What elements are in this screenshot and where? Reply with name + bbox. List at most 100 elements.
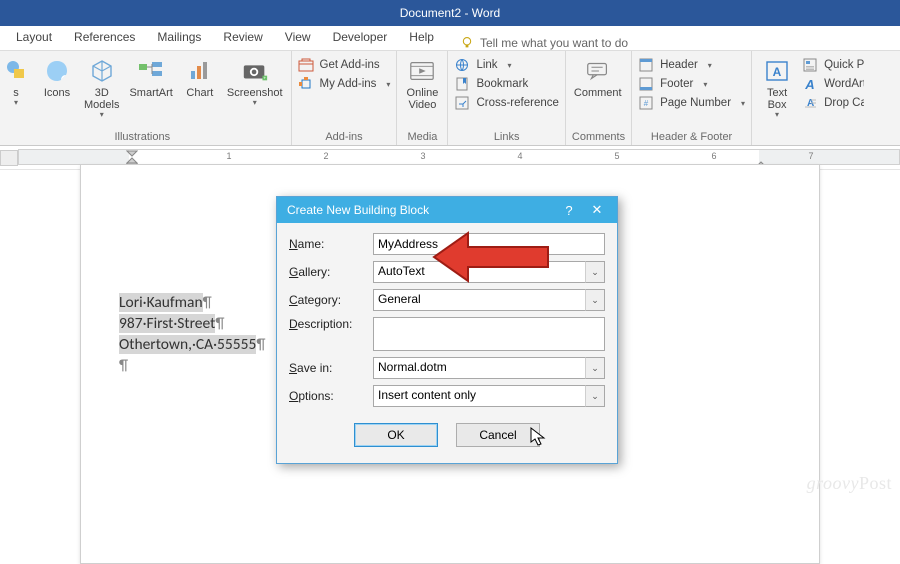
svg-text:+: + — [263, 76, 266, 81]
footer-button[interactable]: Footer ▾ — [638, 76, 745, 92]
shapes-button[interactable]: s ▾ — [0, 55, 32, 108]
cube-icon — [88, 57, 116, 85]
icons-button[interactable]: Icons — [38, 55, 76, 99]
savein-label: Save in: — [289, 361, 365, 375]
header-button[interactable]: Header ▾ — [638, 57, 745, 73]
chevron-down-icon: ▾ — [508, 61, 512, 70]
name-label: Name: — [289, 237, 365, 251]
comment-icon — [584, 57, 612, 85]
cross-reference-icon — [454, 95, 470, 111]
group-label-illustrations: Illustrations — [0, 130, 285, 144]
comment-button[interactable]: Comment — [572, 55, 624, 99]
chevron-down-icon[interactable]: ⌄ — [585, 385, 605, 407]
chevron-down-icon: ▾ — [775, 111, 779, 120]
quick-parts-icon — [802, 57, 818, 73]
footer-icon — [638, 76, 654, 92]
chevron-down-icon: ▾ — [703, 80, 707, 89]
group-label-hf: Header & Footer — [638, 130, 745, 144]
ribbon-tabs: Layout References Mailings Review View D… — [0, 26, 900, 50]
cancel-button[interactable]: Cancel — [456, 423, 540, 447]
tell-me-search[interactable]: Tell me what you want to do — [446, 36, 628, 50]
video-icon — [408, 57, 436, 85]
tab-layout[interactable]: Layout — [6, 26, 62, 50]
category-combo[interactable]: General ⌄ — [373, 289, 605, 311]
group-header-footer: Header ▾ Footer ▾ # Page Number ▾ — [632, 51, 752, 145]
bookmark-button[interactable]: Bookmark — [454, 76, 558, 92]
text-box-button[interactable]: A Text Box ▾ — [758, 55, 796, 120]
gallery-label: Gallery: — [289, 265, 365, 279]
group-label-addins: Add-ins — [298, 130, 391, 144]
tab-developer[interactable]: Developer — [323, 26, 398, 50]
chevron-down-icon[interactable]: ⌄ — [585, 357, 605, 379]
tab-mailings[interactable]: Mailings — [147, 26, 211, 50]
screenshot-button[interactable]: + Screenshot ▾ — [225, 55, 285, 108]
get-addins-button[interactable]: Get Add-ins — [298, 57, 391, 73]
chevron-down-icon: ▾ — [100, 111, 104, 120]
group-addins: Get Add-ins My Add-ins ▾ Add-ins — [292, 51, 398, 145]
category-label: Category: — [289, 293, 365, 307]
chevron-down-icon[interactable]: ⌄ — [585, 261, 605, 283]
wordart-icon: A — [802, 76, 818, 92]
name-input[interactable] — [373, 233, 605, 255]
options-combo[interactable]: Insert content only ⌄ — [373, 385, 605, 407]
chevron-down-icon: ▾ — [14, 99, 18, 108]
link-button[interactable]: Link ▾ — [454, 57, 558, 73]
tab-references[interactable]: References — [64, 26, 145, 50]
chart-icon — [186, 57, 214, 85]
3d-models-button[interactable]: 3D Models ▾ — [82, 55, 121, 120]
description-input[interactable] — [373, 317, 605, 351]
drop-cap-button[interactable]: A Drop Ca — [802, 95, 864, 111]
app-title: Document2 - Word — [400, 6, 500, 20]
cross-reference-button[interactable]: Cross-reference — [454, 95, 558, 111]
group-label-media: Media — [403, 130, 441, 144]
watermark: groovyPost — [807, 473, 892, 494]
text-box-icon: A — [763, 57, 791, 85]
store-icon — [298, 57, 314, 73]
group-illustrations: s ▾ Icons 3D Models ▾ SmartArt — [0, 51, 292, 145]
link-icon — [454, 57, 470, 73]
indent-markers-icon[interactable] — [126, 147, 136, 157]
close-button[interactable]: ✕ — [583, 202, 611, 218]
chart-button[interactable]: Chart — [181, 55, 219, 99]
header-icon — [638, 57, 654, 73]
online-video-button[interactable]: Online Video — [403, 55, 441, 111]
group-media: Online Video Media — [397, 51, 448, 145]
group-comments: Comment Comments — [566, 51, 632, 145]
smartart-icon — [137, 57, 165, 85]
tab-help[interactable]: Help — [399, 26, 444, 50]
tell-me-placeholder: Tell me what you want to do — [480, 36, 628, 50]
tab-view[interactable]: View — [275, 26, 321, 50]
sticker-icon — [43, 57, 71, 85]
group-label-links: Links — [454, 130, 558, 144]
ribbon: s ▾ Icons 3D Models ▾ SmartArt — [0, 50, 900, 146]
create-building-block-dialog: Create New Building Block ? ✕ Name: Gall… — [276, 196, 618, 464]
chevron-down-icon: ▾ — [741, 99, 745, 108]
chevron-down-icon: ▾ — [708, 61, 712, 70]
camera-icon: + — [241, 57, 269, 85]
savein-combo[interactable]: Normal.dotm ⌄ — [373, 357, 605, 379]
svg-text:A: A — [804, 77, 814, 92]
help-button[interactable]: ? — [555, 203, 583, 218]
group-links: Link ▾ Bookmark Cross-reference Links — [448, 51, 565, 145]
gallery-combo[interactable]: AutoText ⌄ — [373, 261, 605, 283]
addins-icon — [298, 76, 314, 92]
my-addins-button[interactable]: My Add-ins ▾ — [298, 76, 391, 92]
wordart-button[interactable]: A WordArt — [802, 76, 864, 92]
bookmark-icon — [454, 76, 470, 92]
app-titlebar: Document2 - Word — [0, 0, 900, 26]
group-label-comments: Comments — [572, 130, 625, 144]
ok-button[interactable]: OK — [354, 423, 438, 447]
document-text[interactable]: Lori·Kaufman¶ 987·First·Street¶ Othertow… — [119, 293, 265, 377]
lightbulb-icon — [460, 36, 474, 50]
dialog-title: Create New Building Block — [287, 203, 555, 217]
cursor-icon — [530, 427, 548, 447]
dialog-titlebar[interactable]: Create New Building Block ? ✕ — [277, 197, 617, 223]
chevron-down-icon: ▾ — [386, 80, 390, 89]
chevron-down-icon[interactable]: ⌄ — [585, 289, 605, 311]
chevron-down-icon: ▾ — [253, 99, 257, 108]
tab-review[interactable]: Review — [213, 26, 272, 50]
smartart-button[interactable]: SmartArt — [127, 55, 174, 99]
page-number-button[interactable]: # Page Number ▾ — [638, 95, 745, 111]
quick-parts-button[interactable]: Quick Pa — [802, 57, 864, 73]
description-label: Description: — [289, 317, 365, 331]
